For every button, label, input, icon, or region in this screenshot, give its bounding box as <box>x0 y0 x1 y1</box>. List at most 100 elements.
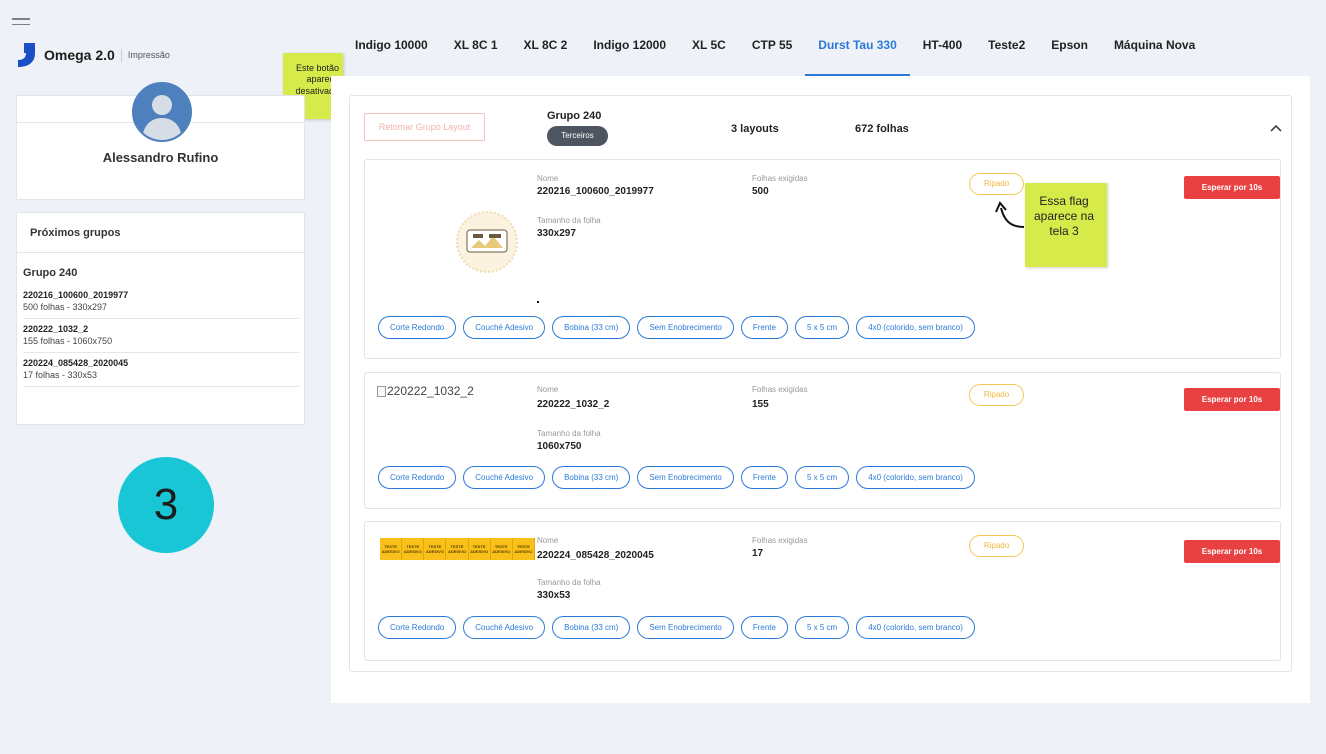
sheet-size-label: Tamanho da folha <box>537 578 601 587</box>
tab-teste2[interactable]: Teste2 <box>987 38 1026 76</box>
list-item[interactable]: 220222_1032_2 155 folhas - 1060x750 <box>23 319 299 353</box>
content-panel: Retomar Grupo Layout Grupo 240 Terceiros… <box>331 76 1310 703</box>
tag-colors[interactable]: 4x0 (colorido, sem branco) <box>856 316 975 339</box>
layout-thumbnail: TESTE ADESIVO TESTE ADESIVO TESTE ADESIVO T… <box>380 538 535 560</box>
tab-ctp-55[interactable]: CTP 55 <box>751 38 793 76</box>
label-strip-cell: TESTE ADESIVO <box>380 538 403 560</box>
tag-roll[interactable]: Bobina (33 cm) <box>552 616 631 639</box>
tab-indigo-10000[interactable]: Indigo 10000 <box>354 38 429 76</box>
tag-side[interactable]: Frente <box>740 466 788 489</box>
tab-ht-400[interactable]: HT-400 <box>922 38 963 76</box>
list-item-detail: 155 folhas - 1060x750 <box>23 336 113 346</box>
label-strip-cell: TESTE ADESIVO <box>469 538 491 560</box>
tab-maquina-nova[interactable]: Máquina Nova <box>1113 38 1196 76</box>
tag-dimensions[interactable]: 5 x 5 cm <box>794 316 850 339</box>
tab-indigo-12000[interactable]: Indigo 12000 <box>592 38 667 76</box>
user-card: Alessandro Rufino <box>16 82 305 200</box>
tag-dimensions[interactable]: 5 x 5 cm <box>794 466 850 489</box>
layout-card: Nome 220216_100600_2019977 Folhas exigid… <box>364 159 1281 359</box>
sheets-count: 672 folhas <box>855 123 909 135</box>
wait-button[interactable]: Esperar por 10s <box>1184 176 1280 199</box>
group-name: Grupo 240 <box>547 110 602 122</box>
tab-durst-tau-330[interactable]: Durst Tau 330 <box>805 38 911 76</box>
ripado-flag: Ripado <box>969 173 1024 195</box>
tag-finishing[interactable]: Sem Enobrecimento <box>637 316 734 339</box>
chevron-up-icon[interactable] <box>1269 121 1283 135</box>
tag-colors[interactable]: 4x0 (colorido, sem branco) <box>856 466 975 489</box>
omega-logo-icon <box>18 43 35 67</box>
list-item-detail: 500 folhas - 330x297 <box>23 302 108 312</box>
sheets-required-label: Folhas exigidas <box>752 385 808 394</box>
tab-xl-8c-2[interactable]: XL 8C 2 <box>523 38 569 76</box>
separator-dot <box>537 301 539 303</box>
sheet-size-value: 330x53 <box>537 590 571 601</box>
wait-button[interactable]: Esperar por 10s <box>1184 388 1280 411</box>
tag-cut[interactable]: Corte Redondo <box>378 616 457 639</box>
tag-list: Corte Redondo Couché Adesivo Bobina (33 … <box>378 616 982 639</box>
label-strip-cell: TESTE ADESIVO <box>402 538 425 560</box>
menu-icon[interactable] <box>12 18 30 27</box>
next-groups-list: 220216_100600_2019977 500 folhas - 330x2… <box>23 285 299 387</box>
label-strip-cell: TESTE ADESIVO <box>446 538 469 560</box>
next-groups-group-name: Grupo 240 <box>23 267 78 279</box>
tag-dimensions[interactable]: 5 x 5 cm <box>794 616 850 639</box>
layout-card: 220222_1032_2 Nome 220222_1032_2 Folhas … <box>364 372 1281 509</box>
app-name: Omega 2.0 <box>44 47 115 63</box>
tag-side[interactable]: Frente <box>740 316 788 339</box>
tag-roll[interactable]: Bobina (33 cm) <box>552 466 631 489</box>
next-groups-title: Próximos grupos <box>17 213 304 253</box>
list-item-detail: 17 folhas - 330x53 <box>23 370 98 380</box>
tag-colors[interactable]: 4x0 (colorido, sem branco) <box>856 616 975 639</box>
list-item-name: 220224_085428_2020045 <box>23 358 129 368</box>
sheet-size-value: 330x297 <box>537 228 576 239</box>
tab-epson[interactable]: Epson <box>1050 38 1089 76</box>
name-label: Nome <box>537 174 559 183</box>
name-label: Nome <box>537 385 559 394</box>
layout-name: 220216_100600_2019977 <box>537 186 654 197</box>
tag-material[interactable]: Couché Adesivo <box>463 466 546 489</box>
tag-finishing[interactable]: Sem Enobrecimento <box>637 616 734 639</box>
tag-roll[interactable]: Bobina (33 cm) <box>552 316 631 339</box>
brand: Omega 2.0 Impressão <box>16 42 170 68</box>
sheet-size-label: Tamanho da folha <box>537 216 601 225</box>
user-name: Alessandro Rufino <box>102 150 219 165</box>
layout-name: 220222_1032_2 <box>537 399 610 410</box>
label-strip-cell: TESTE ADESIVO <box>491 538 513 560</box>
layout-card: TESTE ADESIVO TESTE ADESIVO TESTE ADESIVO T… <box>364 521 1281 661</box>
sheet-size-label: Tamanho da folha <box>537 429 601 438</box>
group-type-chip: Terceiros <box>547 126 608 146</box>
user-silhouette-icon <box>134 84 190 140</box>
tab-xl-8c-1[interactable]: XL 8C 1 <box>453 38 499 76</box>
sheet-size-value: 1060x750 <box>537 441 582 452</box>
group-panel: Retomar Grupo Layout Grupo 240 Terceiros… <box>349 95 1292 672</box>
tag-material[interactable]: Couché Adesivo <box>463 616 546 639</box>
resume-group-layout-button[interactable]: Retomar Grupo Layout <box>364 113 485 141</box>
wait-button[interactable]: Esperar por 10s <box>1184 540 1280 563</box>
app-section: Impressão <box>127 50 170 60</box>
sheets-required-label: Folhas exigidas <box>752 536 808 545</box>
layout-name: 220224_085428_2020045 <box>537 550 654 561</box>
tag-side[interactable]: Frente <box>740 616 788 639</box>
tag-cut[interactable]: Corte Redondo <box>378 316 457 339</box>
list-item[interactable]: 220224_085428_2020045 17 folhas - 330x53 <box>23 353 299 387</box>
broken-image-icon <box>377 385 386 397</box>
annotation-arrow-icon <box>995 201 1025 228</box>
machine-tabs: Indigo 10000 XL 8C 1 XL 8C 2 Indigo 1200… <box>354 38 1220 76</box>
list-item[interactable]: 220216_100600_2019977 500 folhas - 330x2… <box>23 285 299 319</box>
tab-xl-5c[interactable]: XL 5C <box>691 38 727 76</box>
tag-cut[interactable]: Corte Redondo <box>378 466 457 489</box>
layout-thumbnail <box>456 211 518 273</box>
brand-divider <box>120 48 122 62</box>
ripado-flag: Ripado <box>969 384 1024 406</box>
tag-list: Corte Redondo Couché Adesivo Bobina (33 … <box>378 316 982 339</box>
note-flag: Essa flag aparece na tela 3 <box>1025 183 1107 267</box>
label-strip-cell: TESTE ADESIVO <box>424 538 447 560</box>
layout-thumbnail-alt: 220222_1032_2 <box>387 384 474 398</box>
ripado-flag: Ripado <box>969 535 1024 557</box>
name-label: Nome <box>537 536 559 545</box>
tag-finishing[interactable]: Sem Enobrecimento <box>637 466 734 489</box>
next-groups-card: Próximos grupos Grupo 240 220216_100600_… <box>16 212 305 425</box>
sheets-required-value: 17 <box>752 548 764 559</box>
sheets-required-value: 155 <box>752 399 769 410</box>
tag-material[interactable]: Couché Adesivo <box>463 316 546 339</box>
